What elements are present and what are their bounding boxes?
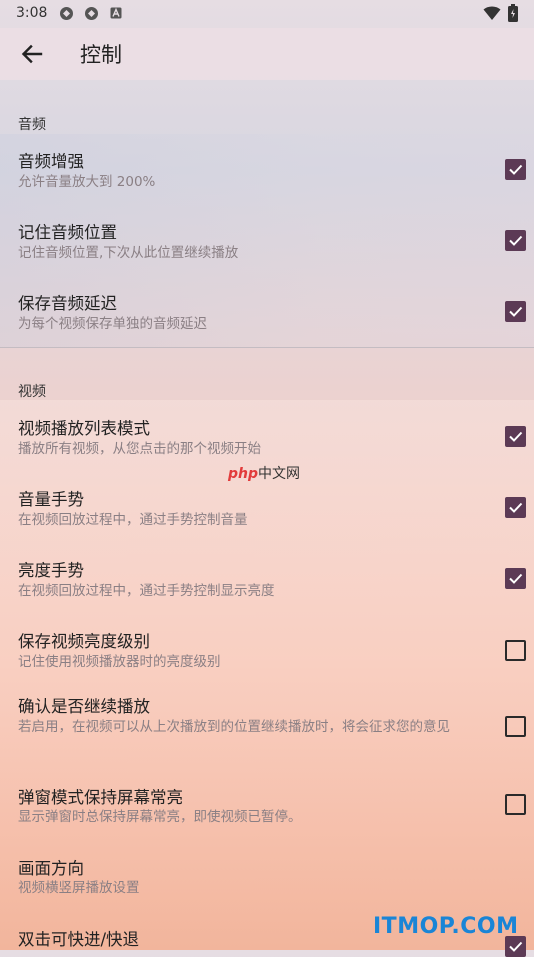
popup-keep-screen-on-checkbox[interactable] xyxy=(505,794,526,815)
pref-save-brightness-level[interactable]: 保存视频亮度级别 记住使用视频播放器时的亮度级别 xyxy=(0,614,534,685)
pref-summary: 播放所有视频，从您点击的那个视频开始 xyxy=(18,441,261,457)
pref-summary: 为每个视频保存单独的音频延迟 xyxy=(18,316,207,332)
video-playlist-mode-checkbox[interactable] xyxy=(505,426,526,447)
checkmark-icon xyxy=(509,502,523,513)
checkmark-icon xyxy=(509,431,523,442)
confirm-resume-checkbox[interactable] xyxy=(505,716,526,737)
status-time: 3:08 xyxy=(16,5,48,21)
section-header-video: 视频 xyxy=(18,384,46,400)
pref-summary: 允许音量放大到 200% xyxy=(18,174,156,190)
pref-video-playlist-mode[interactable]: 视频播放列表模式 播放所有视频，从您点击的那个视频开始 xyxy=(0,401,534,472)
php-watermark-cn: 中文网 xyxy=(258,466,301,482)
pref-brightness-gesture[interactable]: 亮度手势 在视频回放过程中，通过手势控制显示亮度 xyxy=(0,543,534,614)
pref-summary: 记住使用视频播放器时的亮度级别 xyxy=(18,654,221,670)
pref-summary: 视频横竖屏播放设置 xyxy=(18,880,140,896)
pref-audio-boost[interactable]: 音频增强 允许音量放大到 200% xyxy=(0,134,534,205)
app-notification-icon xyxy=(84,6,99,21)
pref-title: 确认是否继续播放 xyxy=(18,697,150,716)
section-header-audio: 音频 xyxy=(18,117,46,133)
checkmark-icon xyxy=(509,164,523,175)
save-audio-delay-checkbox[interactable] xyxy=(505,301,526,322)
pref-screen-orientation[interactable]: 画面方向 视频横竖屏播放设置 xyxy=(0,850,534,921)
pref-title: 保存视频亮度级别 xyxy=(18,632,150,651)
audio-boost-checkbox[interactable] xyxy=(505,159,526,180)
pref-summary: 在视频回放过程中，通过手势控制音量 xyxy=(18,512,248,528)
pref-title: 音频增强 xyxy=(18,152,84,171)
app-notification-icon xyxy=(59,6,74,21)
arrow-left-icon xyxy=(21,44,43,64)
checkmark-icon xyxy=(509,573,523,584)
php-watermark-php: php xyxy=(228,466,259,482)
pref-title: 双击可快进/快退 xyxy=(18,930,140,949)
pref-title: 亮度手势 xyxy=(18,561,84,580)
volume-gesture-checkbox[interactable] xyxy=(505,497,526,518)
pref-popup-keep-screen-on[interactable]: 弹窗模式保持屏幕常亮 显示弹窗时总保持屏幕常亮，即使视频已暂停。 xyxy=(0,779,534,850)
wifi-icon xyxy=(483,5,501,21)
pref-save-audio-delay[interactable]: 保存音频延迟 为每个视频保存单独的音频延迟 xyxy=(0,276,534,347)
pref-confirm-resume[interactable]: 确认是否继续播放 若启用，在视频可以从上次播放到的位置继续播放时，将会征求您的意… xyxy=(0,685,534,779)
double-tap-seek-checkbox[interactable] xyxy=(505,936,526,957)
a-badge-icon xyxy=(110,7,125,22)
remember-audio-position-checkbox[interactable] xyxy=(505,230,526,251)
pref-title: 保存音频延迟 xyxy=(18,294,117,313)
brightness-gesture-checkbox[interactable] xyxy=(505,568,526,589)
pref-remember-audio-position[interactable]: 记住音频位置 记住音频位置,下次从此位置继续播放 xyxy=(0,205,534,276)
pref-title: 记住音频位置 xyxy=(18,223,117,242)
page-title: 控制 xyxy=(80,43,122,67)
checkmark-icon xyxy=(509,235,523,246)
section-divider xyxy=(0,347,534,348)
pref-summary: 显示弹窗时总保持屏幕常亮，即使视频已暂停。 xyxy=(18,809,302,825)
pref-title: 音量手势 xyxy=(18,490,84,509)
checkmark-icon xyxy=(509,941,523,952)
app-bar: 控制 xyxy=(0,28,534,80)
pref-summary: 若启用，在视频可以从上次播放到的位置继续播放时，将会征求您的意见 xyxy=(18,719,450,735)
checkmark-icon xyxy=(509,306,523,317)
pref-summary: 在视频回放过程中，通过手势控制显示亮度 xyxy=(18,583,275,599)
back-button[interactable] xyxy=(16,38,48,70)
pref-summary: 记住音频位置,下次从此位置继续播放 xyxy=(18,245,239,261)
battery-icon xyxy=(508,4,518,22)
status-bar: 3:08 xyxy=(0,0,534,28)
itmop-watermark: ITMOP.COM xyxy=(373,914,519,939)
php-watermark: php中文网 xyxy=(228,463,300,483)
pref-title: 视频播放列表模式 xyxy=(18,419,150,438)
save-brightness-level-checkbox[interactable] xyxy=(505,640,526,661)
